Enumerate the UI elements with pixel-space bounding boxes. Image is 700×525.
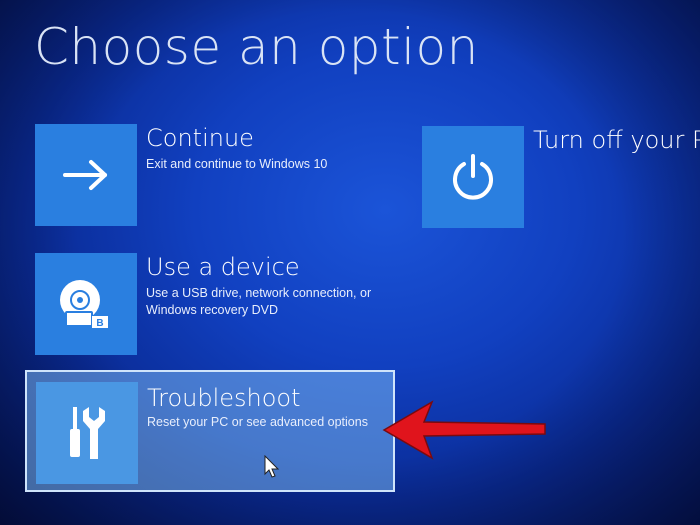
option-continue[interactable]: Continue Exit and continue to Windows 10 (35, 124, 395, 228)
use-device-tile[interactable]: B (35, 253, 137, 355)
continue-description: Exit and continue to Windows 10 (146, 157, 328, 171)
continue-tile[interactable] (35, 124, 137, 226)
troubleshoot-description: Reset your PC or see advanced options (147, 415, 368, 429)
turn-off-tile[interactable] (422, 126, 524, 228)
use-device-description: Use a USB drive, network connection, or … (146, 286, 372, 317)
disc-drive-icon: B (60, 280, 108, 329)
option-use-device[interactable]: B Use a device Use a USB drive, network … (35, 253, 395, 357)
svg-text:B: B (96, 318, 103, 329)
arrow-right-icon (63, 160, 107, 190)
troubleshoot-title: Troubleshoot (147, 384, 301, 412)
turn-off-title: Turn off your PC (533, 126, 700, 154)
troubleshoot-tile[interactable] (36, 382, 138, 484)
page-title: Choose an option (34, 18, 479, 76)
tools-icon (70, 407, 105, 459)
option-turn-off[interactable]: Turn off your PC (422, 126, 700, 230)
continue-title: Continue (146, 124, 254, 152)
use-device-title: Use a device (146, 253, 300, 281)
power-icon (453, 154, 493, 200)
mouse-cursor-icon (264, 455, 280, 478)
annotation-arrow-icon (382, 400, 546, 460)
option-troubleshoot[interactable]: Troubleshoot Reset your PC or see advanc… (25, 370, 395, 492)
